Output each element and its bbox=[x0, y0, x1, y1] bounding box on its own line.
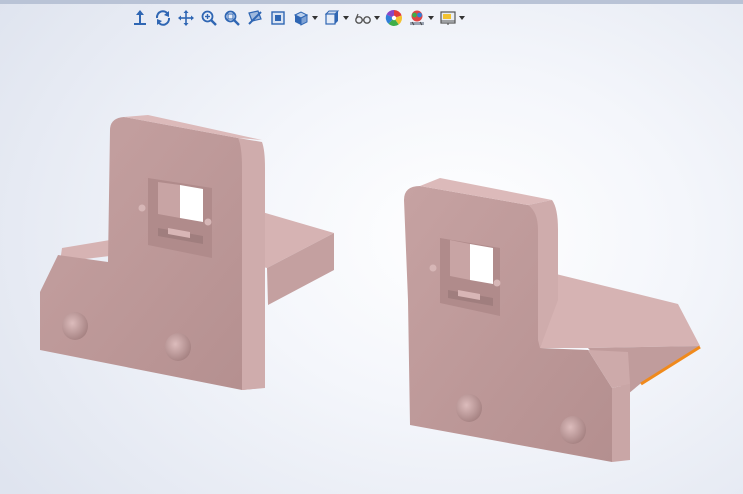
part-bracket-right[interactable] bbox=[404, 178, 701, 462]
left-pin-hole-b bbox=[204, 218, 212, 226]
left-tower-side bbox=[238, 138, 265, 390]
right-top-plate bbox=[540, 274, 700, 348]
graphics-area[interactable] bbox=[0, 0, 743, 494]
right-lower-side bbox=[612, 384, 630, 462]
left-mount-hole-b bbox=[165, 333, 191, 361]
right-window-inner bbox=[450, 240, 470, 280]
left-window-opening bbox=[180, 185, 203, 222]
right-window-opening bbox=[470, 244, 493, 284]
part-bracket-left[interactable] bbox=[40, 115, 334, 390]
right-pin-hole-a bbox=[429, 264, 437, 272]
right-mount-hole-b bbox=[560, 416, 586, 444]
right-pin-hole-b bbox=[493, 279, 501, 287]
left-window-inner bbox=[158, 182, 180, 218]
right-mount-hole-a bbox=[456, 394, 482, 422]
left-pin-hole-a bbox=[138, 204, 146, 212]
left-mount-hole-a bbox=[62, 312, 88, 340]
